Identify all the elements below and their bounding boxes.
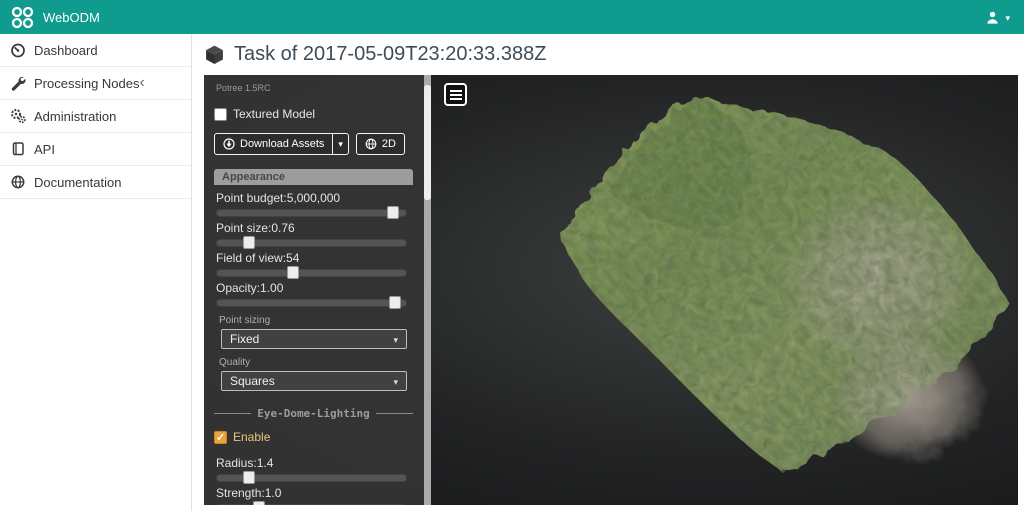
textured-model-row: Textured Model	[214, 107, 413, 121]
hamburger-icon	[449, 97, 462, 100]
quality-value: Squares	[230, 374, 275, 388]
main-content: Task of 2017-05-09T23:20:33.388Z Potree …	[193, 34, 1024, 511]
caret-down-icon	[338, 138, 343, 150]
sidebar-item-administration[interactable]: Administration	[0, 100, 191, 133]
appearance-accordion-header[interactable]: Appearance	[214, 169, 413, 185]
sidebar: Dashboard Processing Nodes Administratio…	[0, 34, 192, 511]
slider-handle[interactable]	[243, 236, 256, 249]
globe-icon	[11, 175, 25, 189]
point-size-control: Point size:0.76	[214, 221, 413, 249]
potree-sidebar: Potree 1.5RC Textured Model Download Ass…	[204, 75, 431, 505]
webodm-logo-icon	[11, 6, 34, 28]
edl-strength-label: Strength:1.0	[216, 486, 282, 500]
quality-select[interactable]: Squares	[221, 371, 407, 391]
point-cloud	[563, 97, 1009, 473]
panel-scrollbar[interactable]	[424, 75, 431, 505]
edl-enable-row: Enable	[214, 430, 413, 444]
sidebar-item-label: Dashboard	[34, 42, 98, 58]
caret-down-icon	[1005, 8, 1010, 26]
edl-radius-label: Radius:1.4	[216, 456, 274, 470]
point-budget-slider[interactable]	[216, 206, 407, 219]
edl-strength-control: Strength:1.0	[214, 486, 413, 505]
gears-icon	[11, 109, 26, 124]
slider-handle[interactable]	[286, 266, 299, 279]
wrench-icon	[11, 76, 26, 91]
edl-strength-slider[interactable]	[216, 501, 407, 505]
sidebar-item-dashboard[interactable]: Dashboard	[0, 34, 191, 67]
view-2d-button[interactable]: 2D	[355, 133, 405, 155]
top-navbar: WebODM	[0, 0, 1024, 34]
point-sizing-value: Fixed	[230, 332, 260, 346]
sidebar-item-label: Documentation	[34, 174, 122, 190]
divider	[375, 413, 413, 414]
point-budget-label: Point budget:5,000,000	[216, 191, 341, 205]
caret-down-icon	[393, 374, 398, 388]
sidebar-item-api[interactable]: API	[0, 133, 191, 166]
divider	[214, 413, 252, 414]
download-assets-button[interactable]: Download Assets	[214, 133, 334, 155]
user-icon	[987, 11, 999, 24]
edl-radius-slider[interactable]	[216, 471, 407, 484]
opacity-label: Opacity:1.00	[216, 281, 284, 295]
sidebar-item-processing-nodes[interactable]: Processing Nodes	[0, 67, 191, 100]
field-of-view-control: Field of view:54	[214, 251, 413, 279]
page-title: Task of 2017-05-09T23:20:33.388Z	[234, 43, 547, 65]
textured-model-checkbox[interactable]	[214, 107, 227, 121]
chevron-left-icon	[140, 75, 145, 91]
point-budget-control: Point budget:5,000,000	[214, 191, 413, 219]
slider-handle[interactable]	[252, 501, 265, 505]
hamburger-icon	[449, 93, 462, 96]
point-size-label: Point size:0.76	[216, 221, 295, 235]
field-of-view-slider[interactable]	[216, 266, 407, 279]
sidebar-item-label: Processing Nodes	[34, 75, 140, 91]
cube-icon	[206, 45, 223, 64]
sidebar-item-documentation[interactable]: Documentation	[0, 166, 191, 199]
download-assets-caret-button[interactable]	[332, 133, 349, 155]
viewer-menu-toggle-button[interactable]	[444, 83, 467, 106]
edl-enable-label: Enable	[233, 430, 271, 444]
brand-name: WebODM	[43, 9, 100, 25]
quality-label: Quality	[219, 357, 251, 368]
slider-handle[interactable]	[388, 296, 401, 309]
globe-icon	[365, 138, 377, 150]
point-sizing-select[interactable]: Fixed	[221, 329, 407, 349]
textured-model-label: Textured Model	[233, 107, 316, 121]
dashboard-icon	[11, 43, 25, 58]
slider-handle[interactable]	[243, 471, 256, 484]
point-size-slider[interactable]	[216, 236, 407, 249]
edl-header-label: Eye-Dome-Lighting	[257, 407, 370, 420]
edl-enable-checkbox[interactable]	[214, 430, 227, 444]
panel-scrollbar-thumb[interactable]	[424, 85, 431, 200]
download-assets-label: Download Assets	[240, 138, 325, 150]
caret-down-icon	[393, 332, 398, 346]
point-sizing-label: Point sizing	[219, 315, 271, 326]
slider-handle[interactable]	[386, 206, 399, 219]
edl-section-header: Eye-Dome-Lighting	[214, 407, 413, 420]
brand-link[interactable]: WebODM	[10, 5, 100, 30]
user-menu[interactable]	[985, 8, 1010, 26]
viewer-3d: Potree 1.5RC Textured Model Download Ass…	[204, 75, 1018, 505]
field-of-view-label: Field of view:54	[216, 251, 300, 265]
opacity-control: Opacity:1.00	[214, 281, 413, 309]
assets-button-row: Download Assets 2D	[214, 133, 413, 155]
point-cloud-canvas[interactable]	[431, 75, 1018, 505]
potree-version: Potree 1.5RC	[216, 83, 271, 93]
download-icon	[223, 138, 235, 150]
task-title-row: Task of 2017-05-09T23:20:33.388Z	[193, 34, 1024, 75]
sidebar-item-label: API	[34, 141, 55, 157]
book-icon	[12, 142, 24, 156]
edl-radius-control: Radius:1.4	[214, 456, 413, 484]
opacity-slider[interactable]	[216, 296, 407, 309]
hamburger-icon	[449, 89, 462, 92]
webodm-app: WebODM Dashboard Processing Nodes	[0, 0, 1024, 511]
view-2d-label: 2D	[381, 138, 396, 150]
sidebar-item-label: Administration	[34, 108, 117, 124]
